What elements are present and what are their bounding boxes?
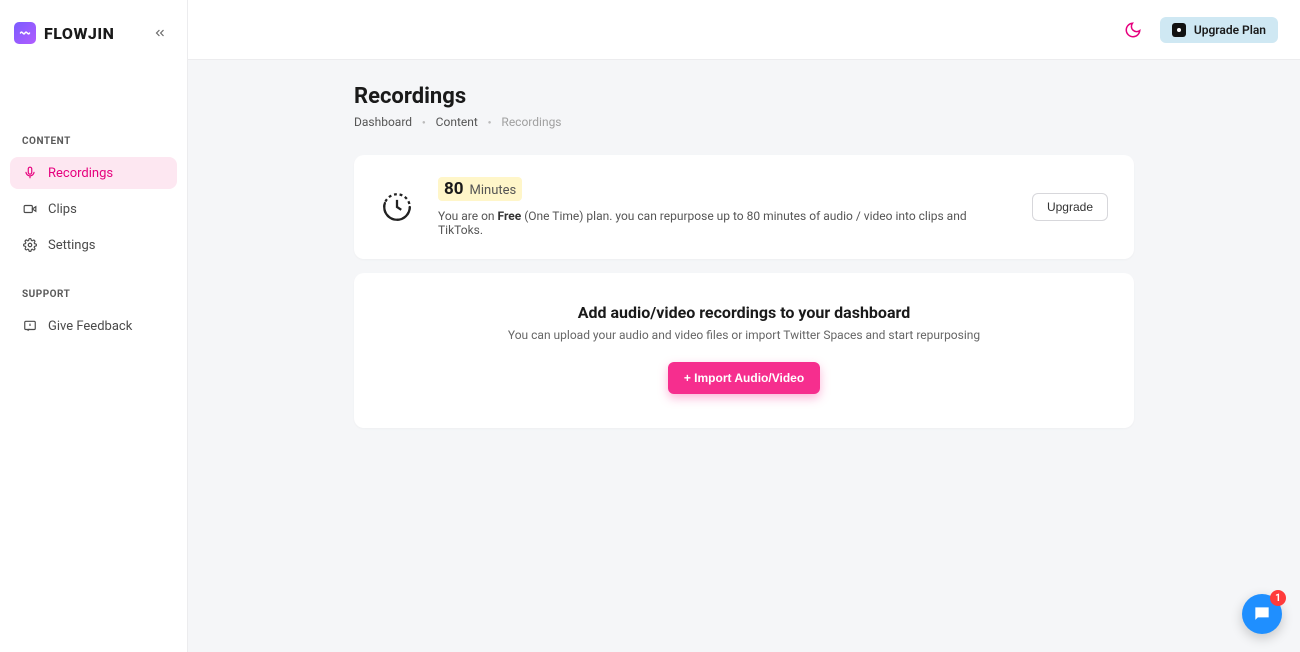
breadcrumb: Dashboard ● Content ● Recordings: [354, 115, 1134, 129]
brand-name: FLOWJIN: [44, 24, 114, 43]
sidebar-item-recordings[interactable]: Recordings: [10, 157, 177, 189]
plan-desc-prefix: You are on: [438, 209, 498, 223]
empty-state-card: Add audio/video recordings to your dashb…: [354, 273, 1134, 428]
sidebar-item-settings[interactable]: Settings: [10, 229, 177, 261]
main: Recordings Dashboard ● Content ● Recordi…: [188, 60, 1300, 652]
logo[interactable]: FLOWJIN: [14, 22, 114, 44]
upgrade-plan-label: Upgrade Plan: [1194, 23, 1266, 37]
clock-icon: [380, 190, 414, 224]
sidebar-nav-support: Give Feedback: [10, 310, 177, 342]
sidebar-item-label: Give Feedback: [48, 319, 132, 334]
topbar: Upgrade Plan: [188, 0, 1300, 60]
sidebar-section-support: SUPPORT: [10, 289, 177, 300]
plan-card: 80 Minutes You are on Free (One Time) pl…: [354, 155, 1134, 259]
upgrade-button[interactable]: Upgrade: [1032, 193, 1108, 221]
sidebar-item-label: Settings: [48, 238, 95, 253]
moon-icon: [1124, 21, 1142, 39]
import-audio-video-button[interactable]: + Import Audio/Video: [668, 362, 820, 394]
crumb-current: Recordings: [501, 115, 561, 129]
minutes-label: Minutes: [470, 183, 517, 198]
page-title: Recordings: [354, 84, 1134, 109]
logo-mark-icon: [14, 22, 36, 44]
chat-badge: 1: [1270, 590, 1286, 606]
empty-title: Add audio/video recordings to your dashb…: [380, 303, 1108, 322]
microphone-icon: [22, 165, 38, 181]
chat-widget-button[interactable]: 1: [1242, 594, 1282, 634]
sidebar-item-label: Clips: [48, 202, 77, 217]
upgrade-plan-button[interactable]: Upgrade Plan: [1160, 17, 1278, 43]
minutes-chip: 80 Minutes: [438, 177, 522, 201]
video-icon: [22, 201, 38, 217]
feedback-icon: [22, 318, 38, 334]
plan-info: 80 Minutes You are on Free (One Time) pl…: [438, 177, 1008, 237]
sidebar-item-label: Recordings: [48, 166, 113, 181]
gear-icon: [22, 237, 38, 253]
theme-toggle-button[interactable]: [1120, 17, 1146, 43]
crumb-dashboard[interactable]: Dashboard: [354, 115, 412, 129]
chevron-sep-icon: ●: [422, 119, 426, 126]
minutes-value: 80: [444, 179, 464, 199]
sidebar: FLOWJIN CONTENT Recordings Clips Setting…: [0, 0, 188, 652]
chevron-sep-icon: ●: [488, 119, 492, 126]
sidebar-item-clips[interactable]: Clips: [10, 193, 177, 225]
content-container: Recordings Dashboard ● Content ● Recordi…: [354, 84, 1134, 428]
empty-subtitle: You can upload your audio and video file…: [380, 328, 1108, 342]
chat-icon: [1252, 604, 1272, 624]
logo-row: FLOWJIN: [10, 18, 177, 44]
sidebar-item-feedback[interactable]: Give Feedback: [10, 310, 177, 342]
collapse-sidebar-button[interactable]: [149, 22, 171, 44]
sidebar-nav-content: Recordings Clips Settings: [10, 157, 177, 261]
plan-desc-bold: Free: [498, 209, 522, 223]
crumb-content[interactable]: Content: [436, 115, 478, 129]
plan-description: You are on Free (One Time) plan. you can…: [438, 209, 1008, 237]
sidebar-section-content: CONTENT: [10, 136, 177, 147]
upgrade-badge-icon: [1172, 23, 1186, 37]
